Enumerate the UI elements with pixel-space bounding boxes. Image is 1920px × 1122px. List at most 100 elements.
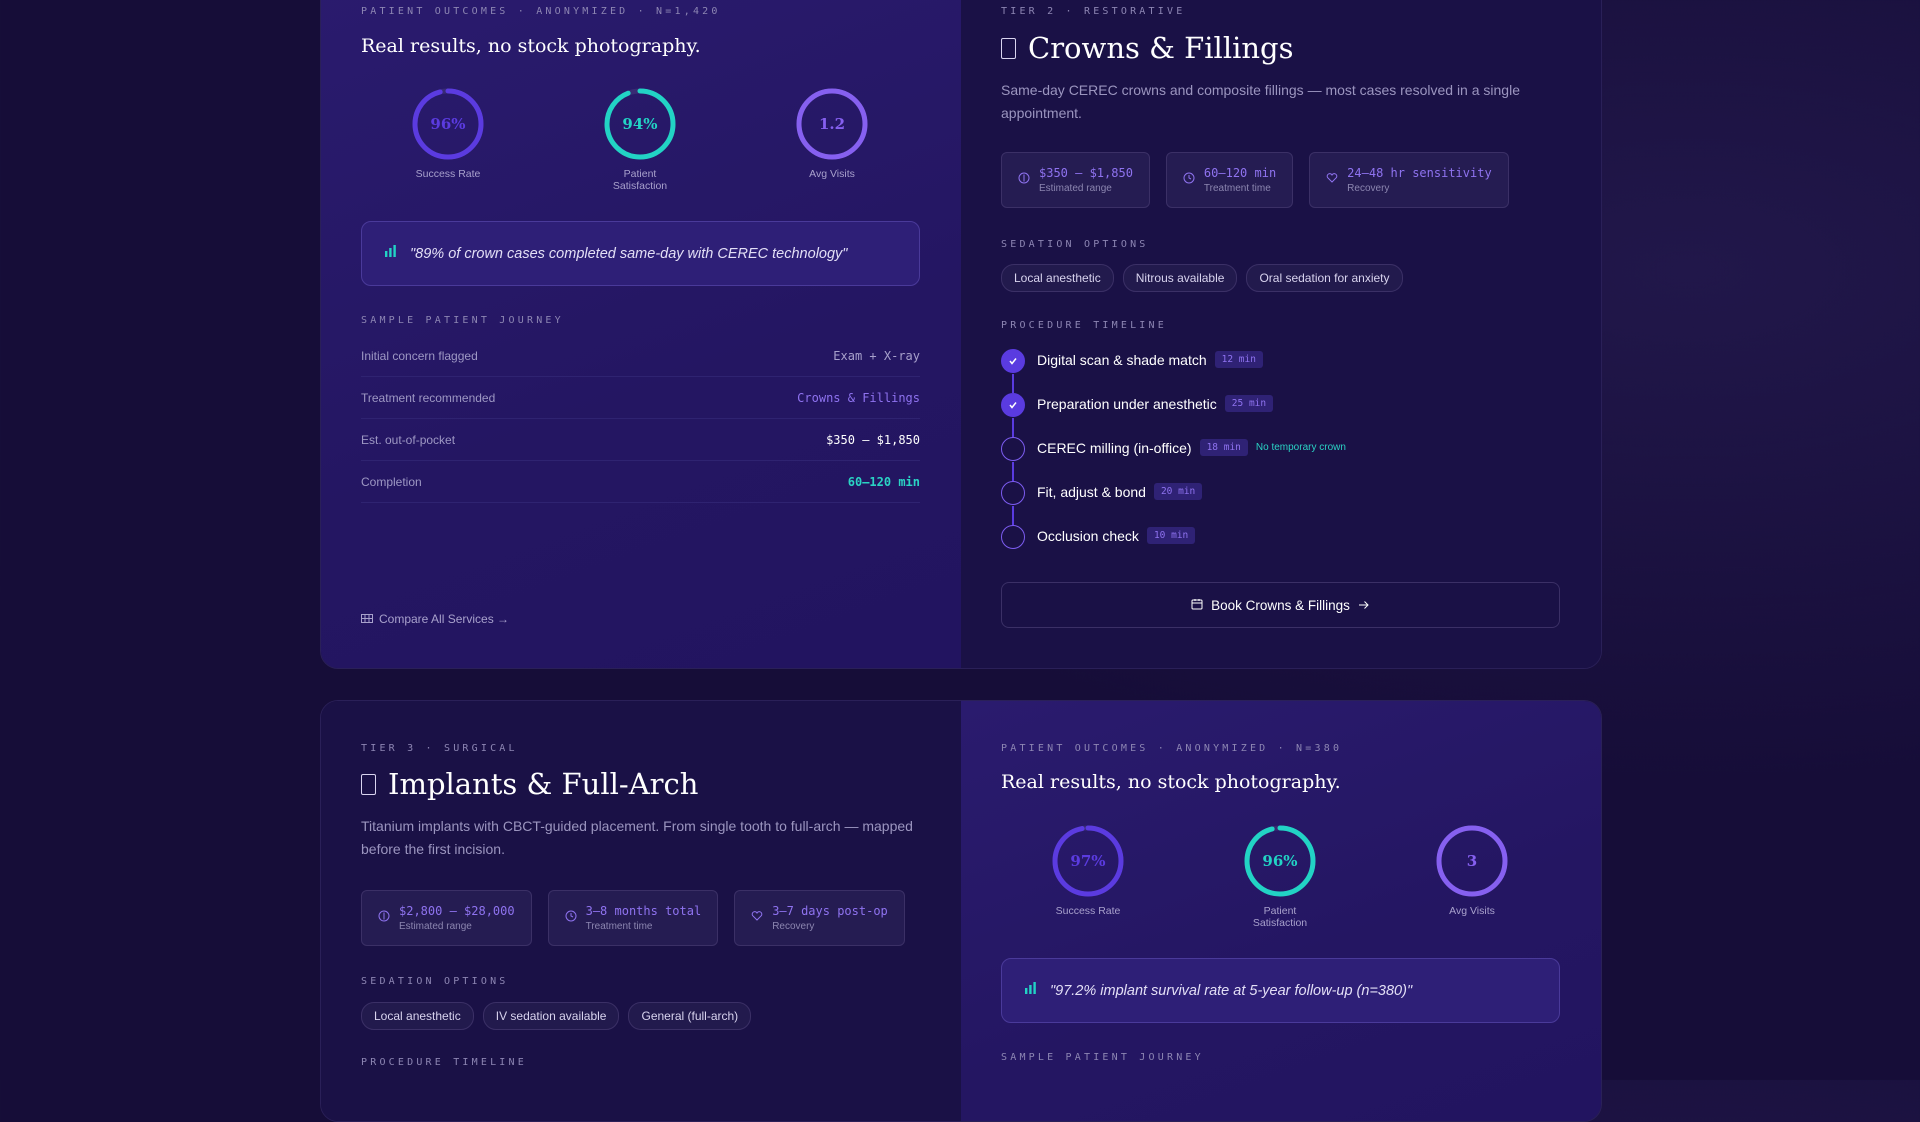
ring-value: 97% (1070, 852, 1106, 870)
step-name: Digital scan & shade match (1037, 352, 1207, 368)
stat-recovery: 3–7 days post-op Recovery (734, 890, 905, 946)
journey-value: $350 – $1,850 (826, 433, 920, 447)
service-card-crowns: PATIENT OUTCOMES · ANONYMIZED · N=1,420 … (320, 0, 1602, 669)
sedation-pill: Local anesthetic (361, 1002, 474, 1030)
clock-icon (1183, 171, 1195, 189)
service-panel: TIER 2 · RESTORATIVE Crowns & Fillings S… (961, 0, 1601, 668)
stat-estimated-range: $350 – $1,850 Estimated range (1001, 152, 1150, 208)
journey-key: Completion (361, 475, 422, 489)
sedation-pill: Local anesthetic (1001, 264, 1114, 292)
step-name: Preparation under anesthetic (1037, 396, 1217, 412)
tier-eyebrow: TIER 3 · SURGICAL (361, 743, 518, 754)
stat-label: Estimated range (1039, 183, 1112, 194)
ring-label: Success Rate (415, 168, 481, 180)
outcome-rings: 97% Success Rate 96% Patient Satisfactio… (992, 824, 1568, 929)
stat-recovery: 24–48 hr sensitivity Recovery (1309, 152, 1509, 208)
heart-icon (1326, 171, 1338, 189)
outcomes-heading: Real results, no stock photography. (1001, 771, 1341, 793)
quote-text: "89% of crown cases completed same-day w… (410, 245, 848, 262)
bar-chart-icon (384, 244, 398, 263)
journey-row: Initial concern flagged Exam + X-ray (361, 336, 920, 377)
clock-icon (565, 909, 577, 927)
timeline-step: Occlusion check 10 min (1001, 523, 1346, 567)
stat-label: Estimated range (399, 921, 472, 932)
stat-estimated-range: $2,800 – $28,000 Estimated range (361, 890, 532, 946)
step-duration: 25 min (1224, 395, 1274, 412)
ring-label: Success Rate (1055, 905, 1121, 917)
dollar-icon (1018, 171, 1030, 189)
outcome-rings: 96% Success Rate 94% Patient Satisfactio… (352, 87, 928, 192)
procedure-timeline: Digital scan & shade match 12 min Prepar… (1001, 347, 1346, 567)
dollar-icon (378, 909, 390, 927)
sedation-options: Local anesthetic IV sedation available G… (361, 1002, 752, 1030)
table-icon (361, 612, 373, 626)
stat-value: $350 – $1,850 (1039, 166, 1133, 180)
timeline-step: Digital scan & shade match 12 min (1001, 347, 1346, 393)
sedation-pill: Oral sedation for anxiety (1246, 264, 1403, 292)
journey-key: Initial concern flagged (361, 349, 478, 363)
journey-row: Completion 60–120 min (361, 462, 920, 503)
sedation-options: Local anesthetic Nitrous available Oral … (1001, 264, 1403, 292)
sedation-pill: IV sedation available (482, 1002, 620, 1030)
timeline-step: Fit, adjust & bond 20 min (1001, 479, 1346, 525)
outcomes-eyebrow: PATIENT OUTCOMES · ANONYMIZED · N=380 (1001, 743, 1343, 754)
heart-icon (751, 909, 763, 927)
step-note: No temporary crown (1255, 442, 1346, 453)
outcomes-heading: Real results, no stock photography. (361, 35, 701, 57)
step-name: Occlusion check (1037, 528, 1139, 544)
timeline-title: PROCEDURE TIMELINE (1001, 320, 1167, 331)
service-title: Implants & Full-Arch (361, 767, 698, 801)
pending-circle-icon (1001, 437, 1025, 461)
sedation-title: SEDATION OPTIONS (361, 976, 509, 987)
ring-value: 94% (622, 115, 658, 133)
sedation-pill: Nitrous available (1122, 264, 1238, 292)
ring-success-rate: 97% Success Rate (992, 824, 1184, 929)
step-name: Fit, adjust & bond (1037, 484, 1146, 500)
ring-avg-visits: 1.2 Avg Visits (736, 87, 928, 192)
service-title: Crowns & Fillings (1001, 31, 1294, 65)
ring-patient-satisfaction: 94% Patient Satisfaction (544, 87, 736, 192)
stat-value: $2,800 – $28,000 (399, 904, 515, 918)
stat-value: 3–8 months total (585, 904, 702, 918)
compare-label: Compare All Services → (379, 612, 510, 626)
ring-value: 3 (1466, 852, 1478, 870)
stat-label: Treatment time (1203, 183, 1271, 194)
book-crowns-button[interactable]: Book Crowns & Fillings (1001, 582, 1560, 628)
step-name: CEREC milling (in-office) (1037, 440, 1192, 456)
ring-value: 96% (1262, 852, 1298, 870)
bar-chart-icon (1024, 981, 1038, 1000)
outcome-quote: "97.2% implant survival rate at 5-year f… (1001, 958, 1560, 1023)
pending-circle-icon (1001, 525, 1025, 549)
stat-label: Treatment time (585, 921, 653, 932)
ring-success-rate: 96% Success Rate (352, 87, 544, 192)
ring-label: Avg Visits (1449, 905, 1495, 917)
service-stats: $350 – $1,850 Estimated range 60–120 min T… (1001, 152, 1509, 208)
timeline-step: CEREC milling (in-office) 18 min No temp… (1001, 435, 1346, 481)
check-icon (1001, 393, 1025, 417)
ring-label: Avg Visits (809, 168, 855, 180)
patient-journey: Initial concern flagged Exam + X-ray Tre… (361, 336, 920, 504)
arrow-right-icon (1358, 598, 1370, 613)
service-description: Same-day CEREC crowns and composite fill… (1001, 82, 1520, 121)
service-title-text: Implants & Full-Arch (388, 767, 699, 801)
outcomes-panel: PATIENT OUTCOMES · ANONYMIZED · N=1,420 … (321, 0, 961, 668)
outcomes-eyebrow: PATIENT OUTCOMES · ANONYMIZED · N=1,420 (361, 6, 721, 17)
service-card-implants: TIER 3 · SURGICAL Implants & Full-Arch T… (320, 700, 1602, 1122)
journey-row: Treatment recommended Crowns & Fillings (361, 378, 920, 419)
stat-treatment-time: 60–120 min Treatment time (1165, 152, 1294, 208)
ring-label: Patient Satisfaction (612, 168, 668, 192)
journey-value: 60–120 min (847, 475, 920, 489)
tooth-icon (1001, 37, 1016, 59)
service-panel: TIER 3 · SURGICAL Implants & Full-Arch T… (321, 701, 961, 1121)
check-icon (1001, 349, 1025, 373)
compare-services-link[interactable]: Compare All Services → (361, 612, 509, 626)
ring-patient-satisfaction: 96% Patient Satisfaction (1184, 824, 1376, 929)
calendar-icon (1191, 598, 1203, 613)
stat-label: Recovery (1347, 183, 1390, 194)
step-duration: 10 min (1146, 527, 1196, 544)
tooth-icon (361, 773, 376, 795)
sedation-title: SEDATION OPTIONS (1001, 239, 1149, 250)
journey-row: Est. out-of-pocket $350 – $1,850 (361, 420, 920, 461)
stat-value: 24–48 hr sensitivity (1347, 166, 1492, 180)
timeline-title: PROCEDURE TIMELINE (361, 1057, 527, 1068)
